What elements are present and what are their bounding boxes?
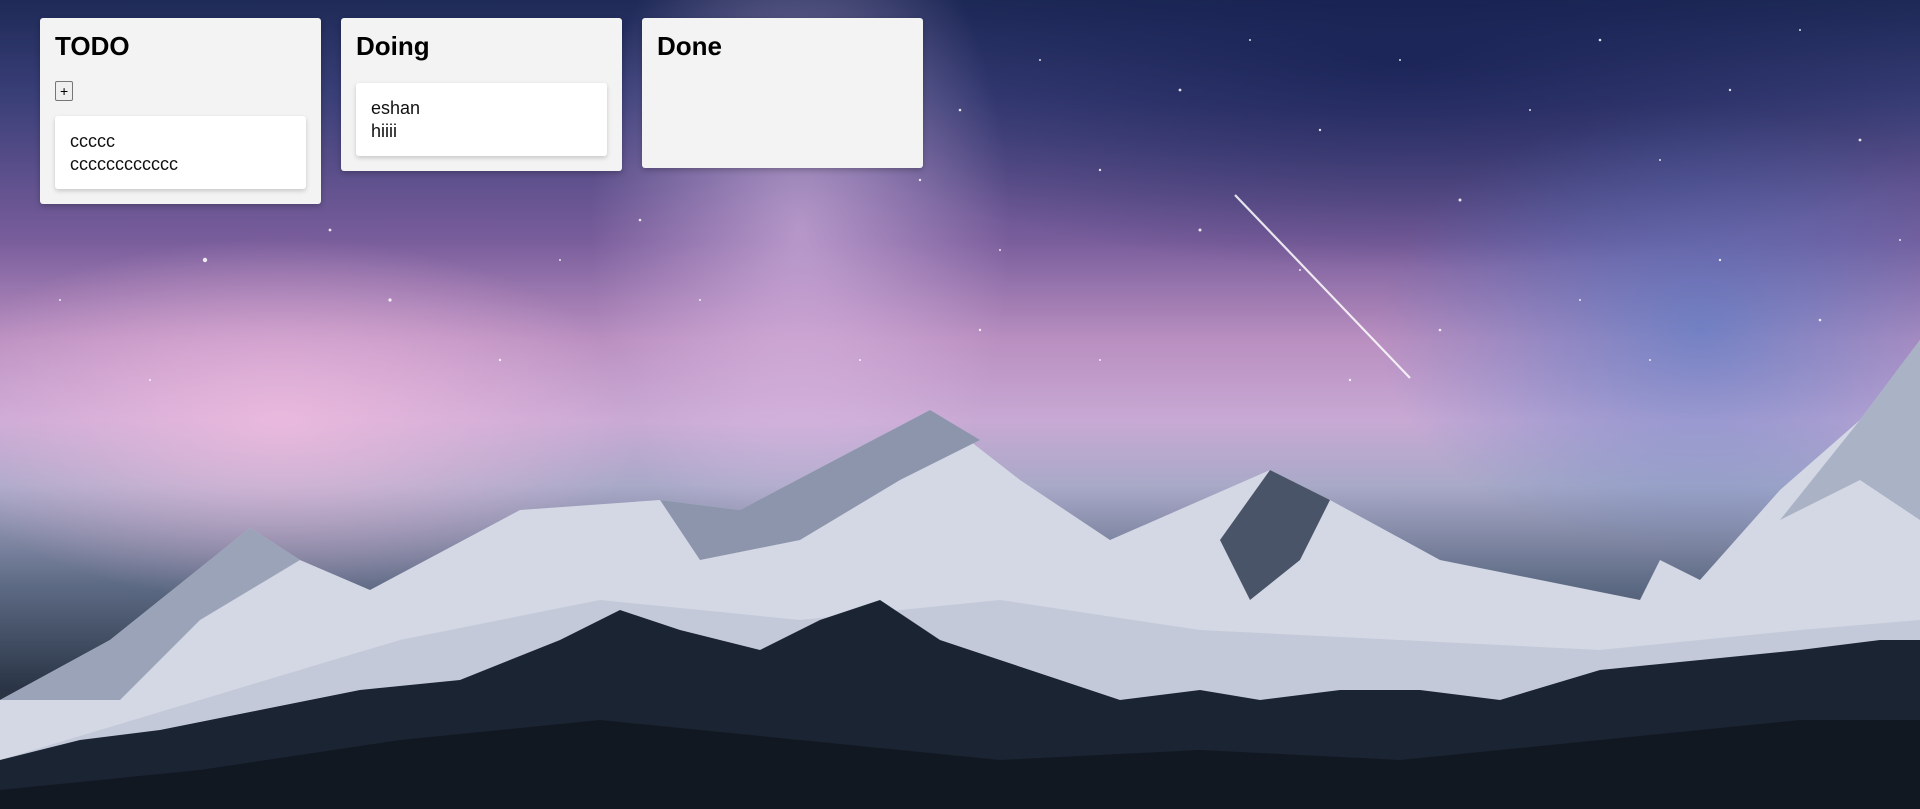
card[interactable]: ccccc cccccccccccc	[55, 115, 306, 189]
column-doing: Doing eshan hiiii	[341, 18, 622, 171]
kanban-board: TODO + ccccc cccccccccccc Doing eshan hi…	[40, 18, 923, 204]
card-title: eshan	[371, 97, 421, 118]
add-card-button[interactable]: +	[55, 80, 74, 101]
column-todo: TODO + ccccc cccccccccccc	[40, 18, 321, 204]
column-done: Done	[642, 18, 923, 168]
column-title: TODO	[55, 31, 130, 61]
card-description: hiiii	[371, 120, 398, 141]
card[interactable]: eshan hiiii	[356, 82, 607, 156]
card-title: ccccc	[70, 130, 115, 151]
column-title: Done	[657, 31, 722, 61]
app-root: TODO + ccccc cccccccccccc Doing eshan hi…	[0, 0, 1920, 809]
card-description: cccccccccccc	[70, 153, 178, 174]
column-title: Doing	[356, 31, 430, 61]
